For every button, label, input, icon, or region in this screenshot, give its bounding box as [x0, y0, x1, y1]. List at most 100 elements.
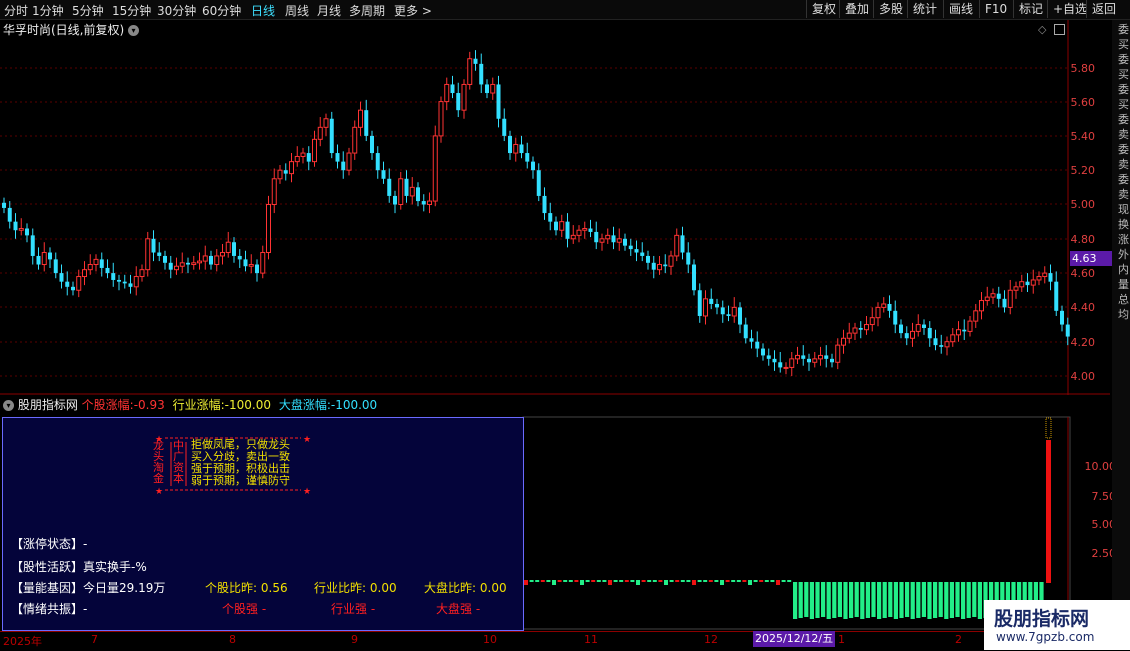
candle-body [277, 169, 283, 180]
back-button[interactable]: 返回 [1086, 0, 1130, 18]
candle-body [381, 170, 386, 179]
stock-title[interactable]: 华孚时尚(日线,前复权) ▾ [3, 21, 140, 38]
period-tab[interactable]: 多周期 [349, 2, 385, 19]
candle-body [772, 358, 777, 363]
period-tab[interactable]: 15分钟 [112, 2, 151, 19]
indicator-bar [972, 582, 977, 617]
candle-body [565, 221, 570, 239]
candle-body [502, 118, 507, 136]
volume-value: 今日量29.19万 [83, 581, 166, 595]
sentiment-label: 【情绪共振】 [11, 602, 84, 616]
time-tick: 2025年 [3, 635, 42, 648]
candle-body [341, 161, 346, 171]
candle-body [346, 152, 352, 171]
candle-body [438, 101, 444, 137]
candle-body [570, 234, 576, 240]
more-menu[interactable]: 更多 > [394, 2, 432, 19]
candle-body [317, 126, 323, 140]
market-ratio-label: 大盘比昨: [424, 581, 477, 595]
candle-body [490, 83, 496, 94]
price-tick: 4.00 [1071, 370, 1096, 383]
candle-body [128, 283, 133, 287]
indicator-bar [591, 580, 596, 582]
indicator-bar [888, 582, 893, 617]
maximize-icon[interactable] [1054, 24, 1065, 35]
candle-body [105, 267, 110, 274]
overlay-button[interactable]: 叠加 [839, 0, 869, 18]
period-tab[interactable]: 分时 [4, 2, 28, 19]
candle-body [294, 155, 300, 163]
indicator-bar [804, 582, 809, 617]
period-tab[interactable]: 5分钟 [72, 2, 104, 19]
candle-body [726, 314, 731, 316]
period-tab[interactable]: 30分钟 [157, 2, 196, 19]
candle-body [479, 63, 484, 85]
period-tab[interactable]: 月线 [317, 2, 341, 19]
candle-body [30, 235, 35, 256]
indicator-bar [703, 580, 708, 582]
indicator-bar [877, 582, 882, 619]
indicator-bar [849, 582, 854, 618]
limit-status-value: - [83, 537, 88, 551]
candle-body [605, 234, 611, 240]
period-tab[interactable]: 60分钟 [202, 2, 241, 19]
candle-body [686, 252, 691, 265]
candle-body [519, 144, 524, 154]
indicator-bar [524, 580, 528, 585]
indicator-bar [742, 580, 747, 582]
candle-body [202, 255, 208, 262]
statistics-button[interactable]: 统计 [907, 0, 937, 18]
restore-rights-button[interactable]: 复权 [806, 0, 836, 18]
toolbar: 分时 1分钟 5分钟 15分钟 30分钟 60分钟 日线 周线 月线 多周期 更… [0, 0, 1130, 20]
indicator-bar [568, 580, 573, 582]
candle-body [450, 84, 455, 94]
candle-body [409, 186, 415, 197]
candle-body [139, 269, 145, 278]
industry-strong: 行业强 - [331, 602, 376, 616]
candle-body [444, 83, 450, 103]
banner-line: 弱于预期，谨慎防守 [191, 474, 290, 487]
indicator-bar [949, 582, 954, 618]
period-tab-active[interactable]: 日线 [251, 2, 275, 19]
candle-body [634, 249, 639, 253]
candle-body [1054, 281, 1059, 311]
add-watchlist-button[interactable]: +自选 [1047, 0, 1087, 18]
diamond-icon[interactable]: ◇ [1038, 23, 1046, 36]
draw-line-button[interactable]: 画线 [943, 0, 973, 18]
price-axis: 5.80 5.60 5.40 5.20 5.00 4.80 4.60 4.40 … [1071, 62, 1096, 383]
candle-body [967, 320, 973, 332]
indicator-bar [708, 580, 713, 582]
indicator-name[interactable]: 股朋指标网 [18, 398, 78, 412]
chevron-down-icon[interactable]: ▾ [3, 400, 14, 411]
industry-change-value: -100.00 [224, 398, 271, 412]
candle-body [117, 279, 121, 282]
candle-body [1025, 281, 1030, 286]
indicator-bar [927, 582, 932, 619]
candle-body [306, 153, 311, 162]
multi-stock-button[interactable]: 多股 [873, 0, 903, 18]
period-tab[interactable]: 周线 [285, 2, 309, 19]
mark-button[interactable]: 标记 [1013, 0, 1043, 18]
candle-body [220, 252, 225, 257]
candle-body [749, 338, 754, 342]
candle-body [323, 118, 329, 128]
banner-left-col2: 中广资本 [173, 439, 184, 485]
indicator-bar [647, 580, 652, 582]
indicator-bar [815, 582, 820, 618]
candle-body [1065, 324, 1070, 337]
candle-body [186, 262, 190, 265]
indicator-bar [602, 580, 607, 582]
f10-button[interactable]: F10 [979, 0, 1007, 18]
candle-body [927, 327, 932, 339]
indicator-bar [585, 580, 590, 582]
candle-body [300, 152, 306, 157]
indicator-bar [608, 580, 612, 585]
price-grid [0, 67, 1068, 377]
candle-body [1019, 281, 1025, 288]
candle-body [197, 260, 202, 264]
candle-body [657, 264, 662, 271]
period-tab[interactable]: 1分钟 [32, 2, 64, 19]
chevron-down-icon[interactable]: ▾ [128, 25, 140, 36]
indicator-bar [680, 580, 685, 582]
candle-body [904, 333, 909, 339]
